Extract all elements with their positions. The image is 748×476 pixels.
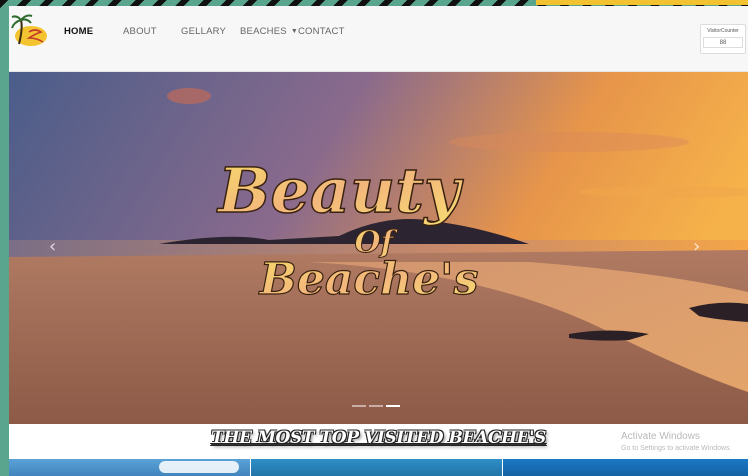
hero-carousel: Beauty Of Beache's ‹ › bbox=[9, 72, 748, 424]
chevron-left-icon[interactable]: ‹ bbox=[49, 236, 56, 257]
hero-beach-sunset-image: Beauty Of Beache's bbox=[9, 72, 748, 424]
cloud-shape bbox=[159, 461, 239, 473]
frame-accent-bar bbox=[536, 0, 748, 5]
hero-heading-line-1: Beauty bbox=[216, 154, 464, 227]
website-page: HOME ABOUT GELLARY BEACHES ▼ CONTACT Visi… bbox=[9, 6, 748, 476]
hero-heading-line-3: Beache's bbox=[258, 254, 479, 305]
nav-beaches-label: BEACHES bbox=[240, 26, 287, 37]
activate-windows-title: Activate Windows bbox=[621, 431, 700, 442]
beach-card-2[interactable] bbox=[251, 459, 502, 476]
carousel-indicator-3[interactable] bbox=[386, 405, 400, 407]
beach-card-1[interactable] bbox=[9, 459, 250, 476]
chevron-right-icon[interactable]: › bbox=[693, 236, 700, 257]
nav-about[interactable]: ABOUT bbox=[123, 26, 157, 37]
beach-card-3[interactable] bbox=[503, 459, 748, 476]
nav-beaches-dropdown[interactable]: BEACHES ▼ bbox=[240, 26, 298, 37]
nav-home[interactable]: HOME bbox=[64, 26, 93, 37]
nav-contact[interactable]: CONTACT bbox=[298, 26, 345, 37]
visitor-counter-value: 88 bbox=[703, 37, 743, 48]
caret-down-icon: ▼ bbox=[290, 28, 298, 35]
visitor-counter-label: VisitorCounter bbox=[707, 28, 739, 34]
carousel-indicator-2[interactable] bbox=[369, 405, 383, 407]
navbar: HOME ABOUT GELLARY BEACHES ▼ CONTACT Visi… bbox=[9, 6, 748, 72]
activate-windows-subtitle: Go to Settings to activate Windows. bbox=[621, 445, 732, 452]
site-logo[interactable] bbox=[11, 14, 49, 52]
carousel-indicator-1[interactable] bbox=[352, 405, 366, 407]
nav-gellary[interactable]: GELLARY bbox=[181, 26, 226, 37]
visitor-counter-widget: VisitorCounter 88 bbox=[700, 24, 746, 54]
page-frame-left bbox=[0, 0, 9, 476]
activate-windows-watermark: Activate Windows Go to Settings to activ… bbox=[621, 431, 732, 452]
